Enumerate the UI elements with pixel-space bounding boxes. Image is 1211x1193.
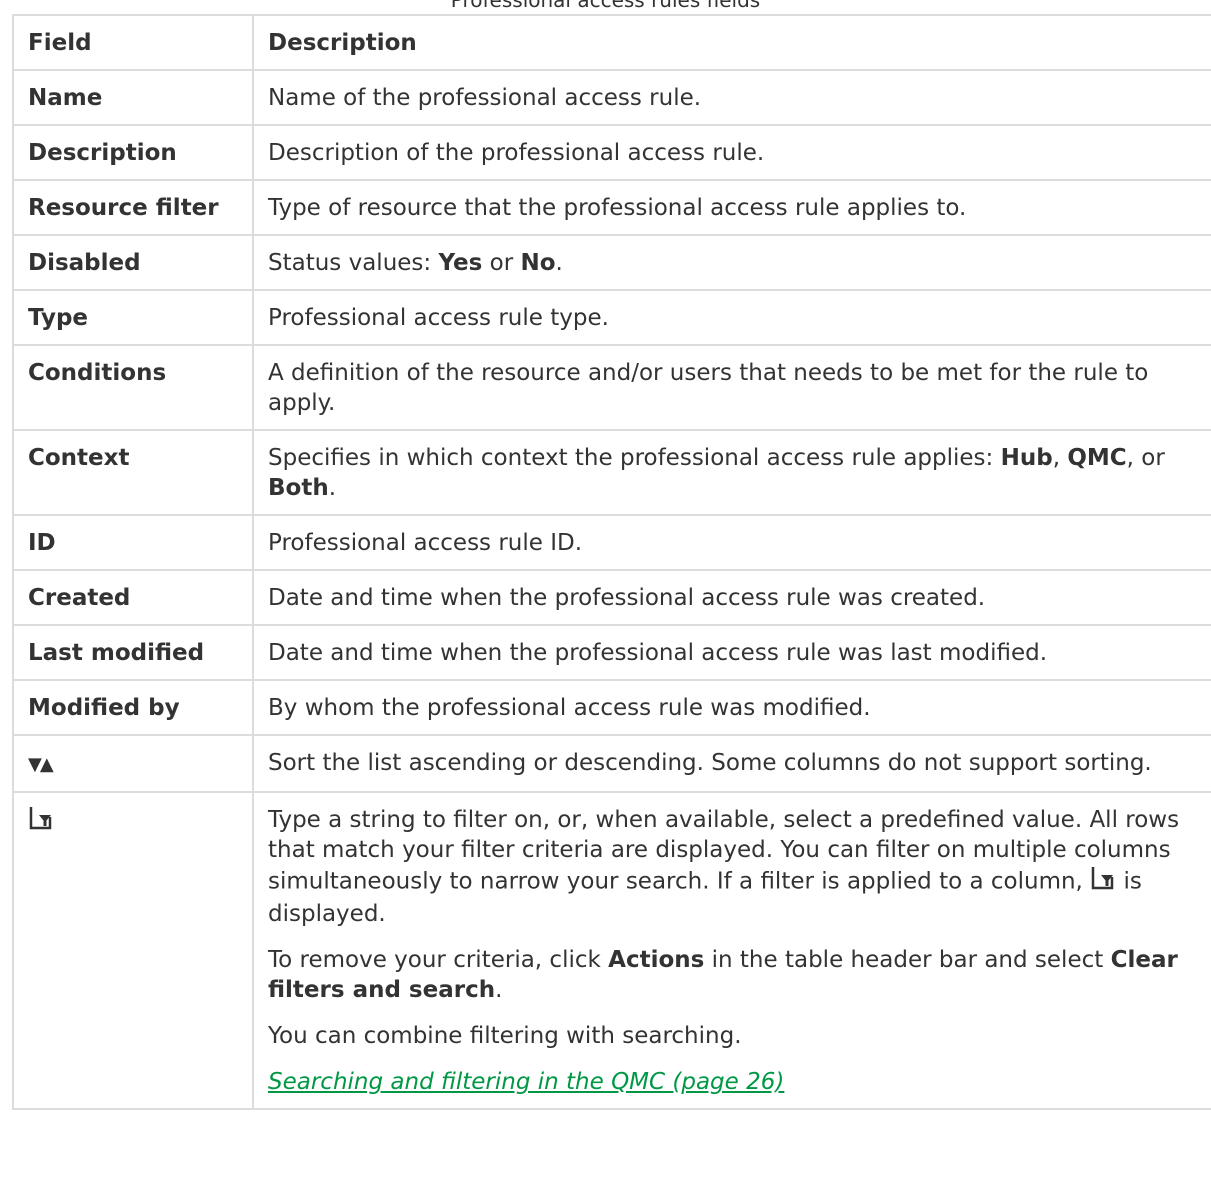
description-cell: Status values: Yes or No. <box>252 234 1211 291</box>
table-row: Last modified Date and time when the pro… <box>12 624 1211 681</box>
value-qmc: QMC <box>1067 445 1127 471</box>
table-row: Resource filter Type of resource that th… <box>12 179 1211 236</box>
table-row: ID Professional access rule ID. <box>12 514 1211 571</box>
description-cell: Specifies in which context the professio… <box>252 429 1211 516</box>
field-cell: Modified by <box>12 679 254 736</box>
description-cell: Sort the list ascending or descending. S… <box>252 734 1211 793</box>
filter-icon <box>1090 865 1116 899</box>
field-cell: Type <box>12 289 254 346</box>
desc-text: To remove your criteria, click <box>268 947 609 973</box>
table-header-row: Field Description <box>12 14 1211 71</box>
field-cell: Created <box>12 569 254 626</box>
table-row: Created Date and time when the professio… <box>12 569 1211 626</box>
description-cell: Professional access rule type. <box>252 289 1211 346</box>
desc-text: Specifies in which context the professio… <box>268 445 1001 471</box>
field-cell: Disabled <box>12 234 254 291</box>
table-row: Context Specifies in which context the p… <box>12 429 1211 516</box>
searching-filtering-link[interactable]: Searching and filtering in the QMC (page… <box>268 1069 784 1095</box>
combine-paragraph: You can combine filtering with searching… <box>268 1023 742 1049</box>
desc-text: . <box>555 250 563 276</box>
desc-text: in the table header bar and select <box>704 947 1111 973</box>
field-cell: Conditions <box>12 344 254 431</box>
field-cell: ID <box>12 514 254 571</box>
field-cell: Context <box>12 429 254 516</box>
clear-paragraph: To remove your criteria, click Actions i… <box>268 945 1211 1005</box>
value-no: No <box>520 250 556 276</box>
value-hub: Hub <box>1000 445 1053 471</box>
fields-table: Field Description Name Name of the profe… <box>12 14 1211 1110</box>
description-cell: Date and time when the professional acce… <box>252 569 1211 626</box>
table-row: Conditions A definition of the resource … <box>12 344 1211 431</box>
description-cell: Name of the professional access rule. <box>252 69 1211 126</box>
desc-text: Status values: <box>268 250 439 276</box>
sort-icon: ▼▲ <box>28 754 54 775</box>
description-cell: Professional access rule ID. <box>252 514 1211 571</box>
table-row: Type Professional access rule type. <box>12 289 1211 346</box>
description-cell: Description of the professional access r… <box>252 124 1211 181</box>
description-cell: By whom the professional access rule was… <box>252 679 1211 736</box>
table-row: Disabled Status values: Yes or No. <box>12 234 1211 291</box>
table-row: Name Name of the professional access rul… <box>12 69 1211 126</box>
field-cell: Last modified <box>12 624 254 681</box>
header-description: Description <box>252 14 1211 71</box>
table-row: Modified by By whom the professional acc… <box>12 679 1211 736</box>
value-both: Both <box>268 475 329 501</box>
description-cell: Type of resource that the professional a… <box>252 179 1211 236</box>
field-cell: Description <box>12 124 254 181</box>
description-cell: A definition of the resource and/or user… <box>252 344 1211 431</box>
table-row: Type a string to filter on, or, when ava… <box>12 791 1211 1110</box>
actions-label: Actions <box>608 947 705 973</box>
desc-text: , <box>1052 445 1068 471</box>
desc-text: or <box>482 250 521 276</box>
description-cell: Date and time when the professional acce… <box>252 624 1211 681</box>
value-yes: Yes <box>438 250 483 276</box>
link-paragraph: Searching and filtering in the QMC (page… <box>268 1067 1211 1097</box>
table-row: ▼▲ Sort the list ascending or descending… <box>12 734 1211 793</box>
table-row: Description Description of the professio… <box>12 124 1211 181</box>
filter-paragraph: Type a string to filter on, or, when ava… <box>268 805 1211 929</box>
description-cell: Type a string to filter on, or, when ava… <box>252 791 1211 1110</box>
desc-text: Type a string to filter on, or, when ava… <box>268 807 1180 895</box>
field-cell <box>12 791 254 1110</box>
field-cell: Resource filter <box>12 179 254 236</box>
table-caption: Professional access rules fields <box>450 0 761 12</box>
header-field: Field <box>12 14 254 71</box>
field-cell: Name <box>12 69 254 126</box>
desc-text: . <box>328 475 337 501</box>
field-cell: ▼▲ <box>12 734 254 793</box>
desc-text: , or <box>1126 445 1165 471</box>
filter-icon <box>28 805 54 839</box>
desc-text: . <box>495 977 503 1003</box>
